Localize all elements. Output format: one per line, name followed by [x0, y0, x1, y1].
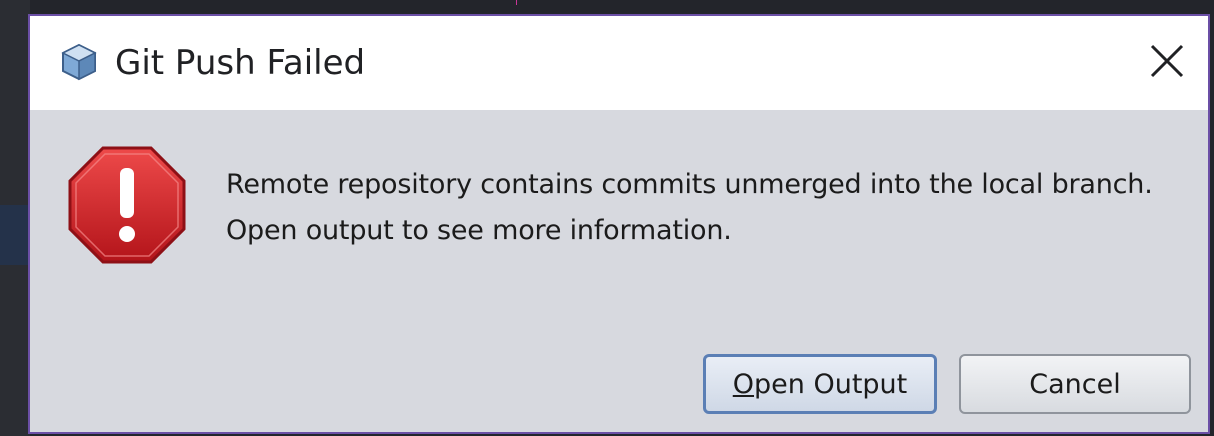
cancel-button[interactable]: Cancel [959, 354, 1191, 414]
editor-gutter [0, 0, 30, 205]
cube-icon [59, 42, 99, 82]
open-output-label: pen Output [754, 368, 908, 400]
editor-gutter-lower [0, 265, 30, 436]
dialog-title: Git Push Failed [115, 43, 366, 83]
dialog-titlebar: Git Push Failed [30, 16, 1208, 110]
close-button[interactable] [1144, 40, 1190, 86]
editor-selected-line [0, 205, 30, 265]
close-icon [1149, 43, 1185, 83]
open-output-mnemonic: O [732, 368, 755, 400]
editor-caret-marker: I [515, 0, 518, 8]
error-octagon-icon [68, 146, 186, 264]
cancel-label: Cancel [1029, 368, 1121, 400]
dialog-message: Remote repository contains commits unmer… [226, 162, 1153, 254]
open-output-button[interactable]: Open Output [703, 354, 937, 414]
message-line: Open output to see more information. [226, 215, 732, 246]
git-push-failed-dialog: Git Push Failed Remote repository contai… [28, 14, 1210, 434]
message-line: Remote repository contains commits unmer… [226, 169, 1153, 200]
